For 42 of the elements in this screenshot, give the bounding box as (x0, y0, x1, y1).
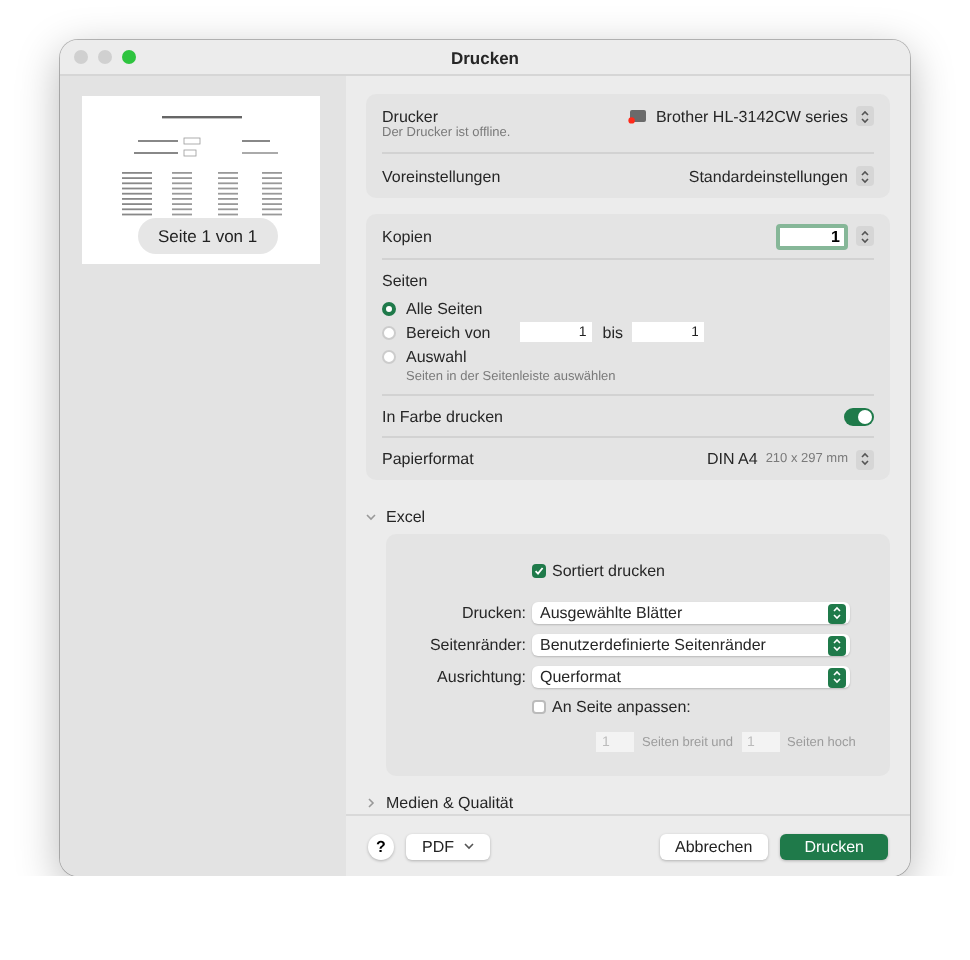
media-section-title[interactable]: Medien & Qualität (386, 794, 514, 812)
radio-label: Alle Seiten (406, 299, 483, 317)
setting-label: Ausrichtung: (435, 668, 526, 686)
radio-label: Bereich von (406, 323, 491, 341)
printer-value[interactable]: Brother HL-3142CW series (655, 107, 848, 125)
fit-to-page-label: An Seite anpassen: (552, 698, 691, 716)
setting-select[interactable]: Querformat (532, 666, 850, 688)
range-to-label: bis (602, 323, 623, 341)
stepper-icon[interactable] (828, 603, 846, 623)
paper-size-value[interactable]: DIN A4 (706, 450, 758, 468)
paper-size-label: Papierformat (382, 450, 474, 468)
collate-checkbox[interactable] (532, 564, 546, 578)
setting-label: Seitenränder: (427, 636, 526, 654)
copies-field[interactable]: 1 (776, 223, 848, 249)
radio-button[interactable] (382, 301, 396, 315)
stepper-icon[interactable] (856, 449, 874, 469)
window-title: Drucken (450, 47, 519, 67)
printer-label: Drucker (382, 107, 439, 125)
pages-label: Seiten (382, 272, 430, 290)
setting-select[interactable]: Ausgewählte Blätter (532, 602, 850, 624)
collate-label: Sortiert drucken (552, 562, 665, 580)
radio-label: Auswahl (406, 347, 467, 365)
page-preview[interactable]: Seite 1 von 1 (82, 96, 320, 264)
setting-label: Drucken: (459, 604, 526, 622)
stepper-icon[interactable] (856, 106, 874, 126)
stepper-icon[interactable] (856, 226, 874, 246)
print-button[interactable]: Drucken (780, 833, 888, 859)
setting-select[interactable]: Benutzerdefinierte Seitenränder (532, 634, 850, 656)
color-print-label: In Farbe drucken (382, 407, 503, 425)
copies-label: Kopien (382, 227, 432, 245)
excel-section-title[interactable]: Excel (386, 508, 426, 526)
presets-label: Voreinstellungen (382, 167, 501, 185)
cancel-button[interactable]: Abbrechen (659, 833, 769, 859)
stepper-icon[interactable] (828, 667, 846, 687)
color-print-toggle[interactable] (844, 407, 874, 425)
stepper-icon[interactable] (828, 635, 846, 655)
pdf-menu-button[interactable]: PDF (406, 833, 490, 859)
help-button[interactable]: ? (368, 833, 394, 859)
stepper-icon[interactable] (856, 166, 874, 186)
page-counter: Seite 1 von 1 (138, 218, 278, 254)
caret-icon (464, 842, 474, 850)
presets-value[interactable]: Standardeinstellungen (688, 167, 848, 185)
